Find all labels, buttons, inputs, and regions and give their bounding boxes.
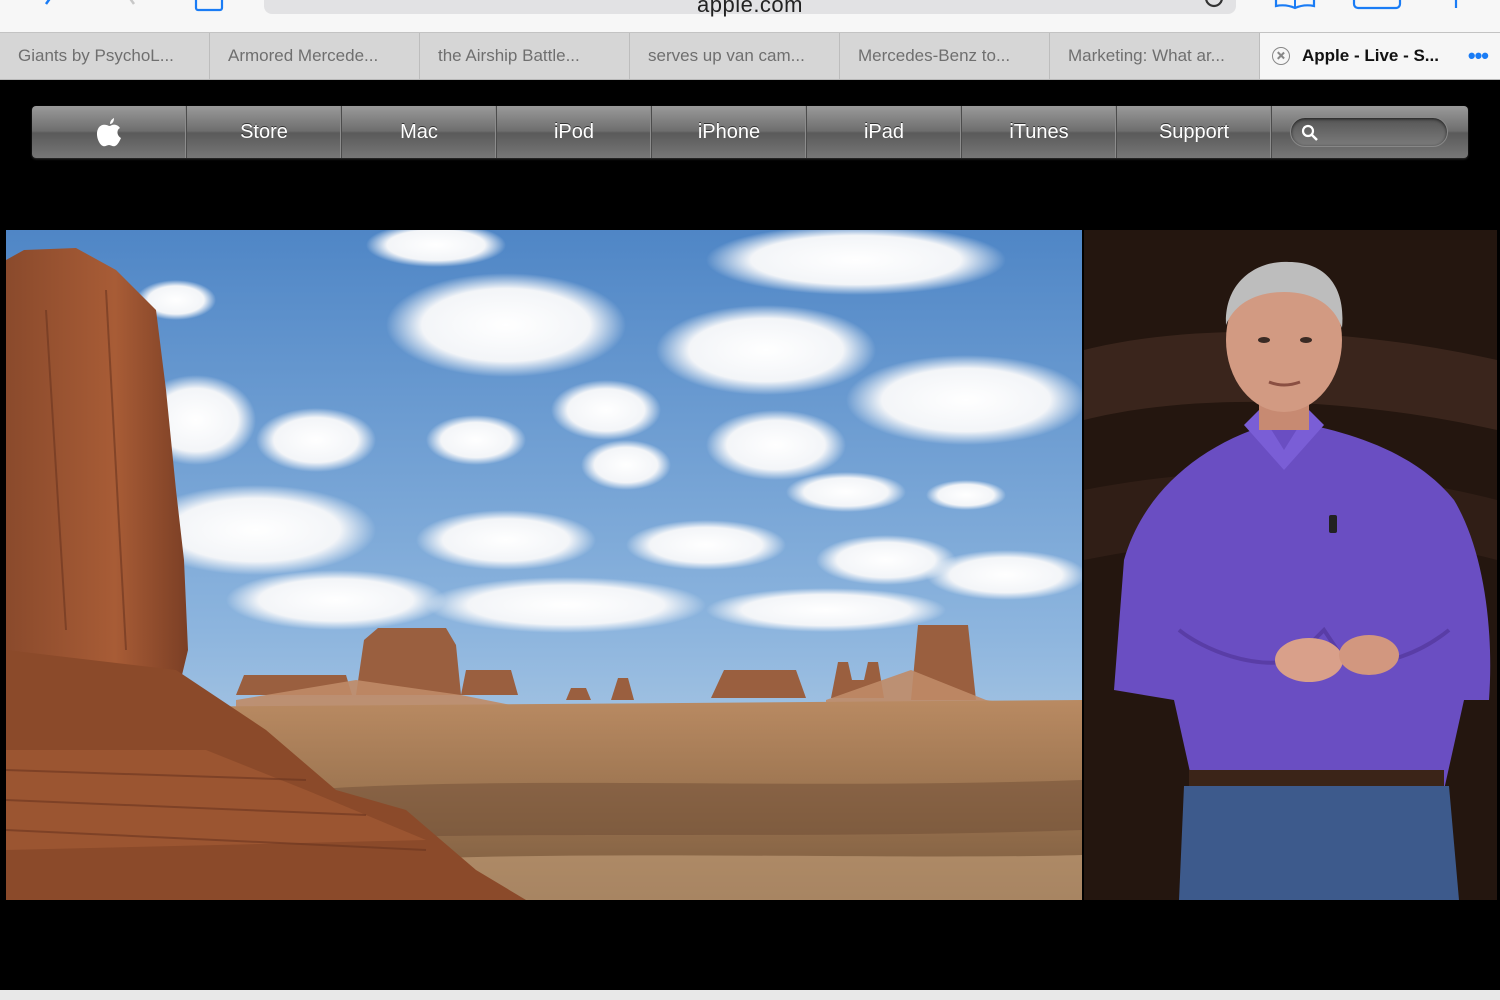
tab-title: Marketing: What ar... <box>1068 46 1225 65</box>
tab[interactable]: Mercedes-Benz to... <box>840 33 1050 79</box>
tab-title: serves up van cam... <box>648 46 805 65</box>
active-tab[interactable]: Apple - Live - S... ••• <box>1260 33 1500 79</box>
chevron-left-icon <box>44 0 51 5</box>
nav-mac[interactable]: Mac <box>342 106 497 158</box>
tab-title: the Airship Battle... <box>438 46 580 65</box>
apple-logo-icon <box>96 118 121 147</box>
tabs-icon <box>1352 0 1402 10</box>
nav-store[interactable]: Store <box>187 106 342 158</box>
forward-button[interactable] <box>114 0 154 18</box>
tab-title: Mercedes-Benz to... <box>858 46 1011 65</box>
nav-iphone[interactable]: iPhone <box>652 106 807 158</box>
tab[interactable]: the Airship Battle... <box>420 33 630 79</box>
desert-landscape-image <box>6 230 1082 900</box>
plus-icon <box>1454 0 1458 8</box>
tab-title: Armored Mercede... <box>228 46 379 65</box>
nav-ipad[interactable]: iPad <box>807 106 962 158</box>
live-stream-video[interactable] <box>6 230 1497 900</box>
bookmarks-icon <box>194 0 224 12</box>
book-icon <box>1274 0 1316 10</box>
tab-title: Giants by PsychoL... <box>18 46 174 65</box>
address-bar[interactable]: apple.com <box>264 0 1236 17</box>
nav-itunes[interactable]: iTunes <box>962 106 1117 158</box>
nav-support[interactable]: Support <box>1117 106 1272 158</box>
search-icon <box>1301 124 1318 141</box>
tab-strip: Giants by PsychoL... Armored Mercede... … <box>0 32 1500 80</box>
presenter-image <box>1084 230 1497 900</box>
apple-global-nav: Store Mac iPod iPhone iPad iTunes Suppor… <box>32 106 1468 158</box>
presenter-panel <box>1084 230 1497 900</box>
share-button[interactable] <box>1274 0 1316 18</box>
tab[interactable]: serves up van cam... <box>630 33 840 79</box>
more-icon[interactable]: ••• <box>1468 33 1489 79</box>
nav-apple-logo[interactable] <box>32 106 187 158</box>
back-button[interactable] <box>36 0 76 18</box>
address-text: apple.com <box>696 0 803 17</box>
close-tab-icon[interactable] <box>1272 47 1290 65</box>
active-tab-title: Apple - Live - S... <box>1302 46 1439 65</box>
browser-toolbar: apple.com <box>0 0 1500 32</box>
tab[interactable]: Marketing: What ar... <box>1050 33 1260 79</box>
landscape-slide <box>6 230 1082 900</box>
bookmarks-button[interactable] <box>190 0 230 18</box>
bottom-strip <box>0 990 1500 1000</box>
reload-icon[interactable] <box>1202 0 1226 10</box>
web-page: Store Mac iPod iPhone iPad iTunes Suppor… <box>0 80 1500 990</box>
nav-search <box>1272 106 1468 158</box>
search-input[interactable] <box>1290 117 1448 147</box>
nav-ipod[interactable]: iPod <box>497 106 652 158</box>
tabs-button[interactable] <box>1350 0 1406 18</box>
new-tab-button[interactable] <box>1440 0 1480 18</box>
tab[interactable]: Armored Mercede... <box>210 33 420 79</box>
chevron-right-icon <box>129 0 136 5</box>
tab[interactable]: Giants by PsychoL... <box>0 33 210 79</box>
